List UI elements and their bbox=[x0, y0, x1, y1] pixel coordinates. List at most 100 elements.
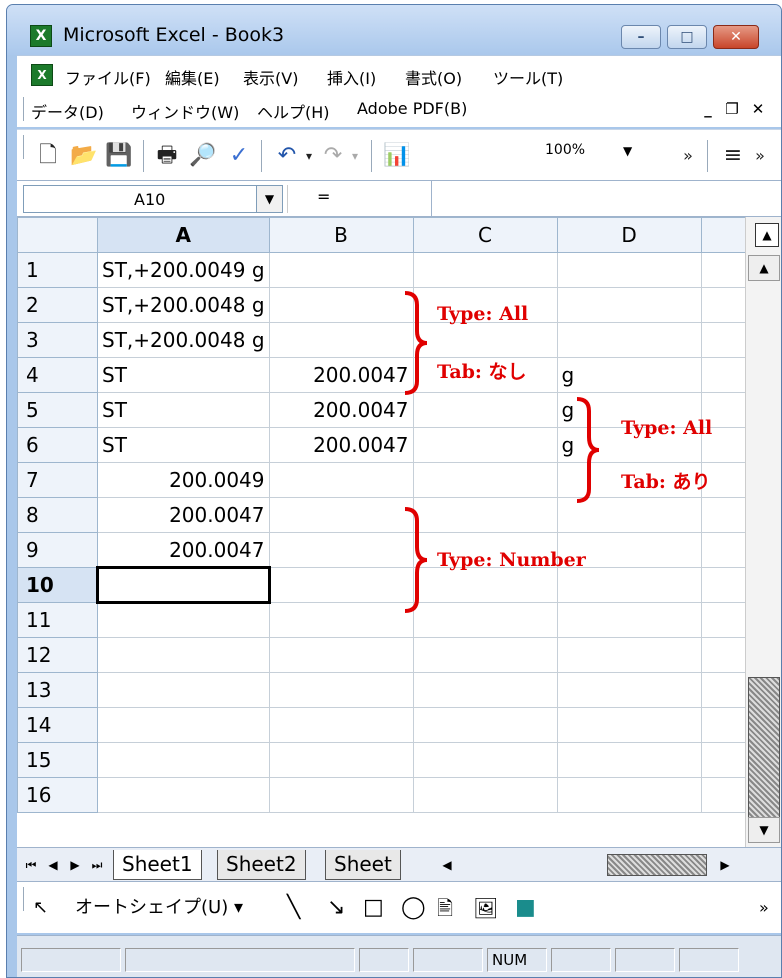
horizontal-scroll-thumb[interactable] bbox=[607, 854, 707, 876]
title-bar[interactable]: X Microsoft Excel - Book3 – □ ✕ bbox=[7, 5, 781, 55]
cell-c16[interactable] bbox=[412, 777, 558, 813]
menu-grip[interactable] bbox=[23, 97, 26, 121]
cell-a2[interactable]: ST,+200.0048 g bbox=[97, 287, 270, 323]
chart-wizard-icon[interactable]: 📊 bbox=[379, 142, 415, 170]
cell-d3[interactable] bbox=[556, 322, 702, 358]
row-header[interactable]: 1 bbox=[17, 252, 98, 288]
cell-d10[interactable] bbox=[556, 567, 702, 603]
cell-c6[interactable] bbox=[412, 427, 558, 463]
cell-d4[interactable]: g bbox=[556, 357, 702, 393]
cell-a16[interactable] bbox=[97, 777, 270, 813]
name-box-dropdown-icon[interactable]: ▼ bbox=[256, 186, 282, 212]
column-header-b[interactable]: B bbox=[268, 217, 414, 253]
cell-a14[interactable] bbox=[97, 707, 270, 743]
menu-window[interactable]: ウィンドウ(W) bbox=[131, 99, 239, 123]
cell-b6[interactable]: 200.0047 bbox=[268, 427, 414, 463]
row-header[interactable]: 4 bbox=[17, 357, 98, 393]
row-header[interactable]: 10 bbox=[17, 567, 98, 603]
menu-file[interactable]: ファイル(F) bbox=[65, 65, 151, 89]
row-header[interactable]: 6 bbox=[17, 427, 98, 463]
column-header-d[interactable]: D bbox=[556, 217, 702, 253]
row-header[interactable]: 9 bbox=[17, 532, 98, 568]
excel-app-icon[interactable]: X bbox=[30, 25, 52, 47]
cell-b2[interactable] bbox=[268, 287, 414, 323]
cell-b15[interactable] bbox=[268, 742, 414, 778]
cell-c5[interactable] bbox=[412, 392, 558, 428]
zoom-dropdown[interactable]: 100% ▼ bbox=[545, 142, 645, 168]
print-preview-icon[interactable]: 🔎 bbox=[187, 142, 219, 170]
row-header[interactable]: 7 bbox=[17, 462, 98, 498]
sheet-tab-1[interactable]: Sheet1 bbox=[113, 850, 202, 880]
cell-c12[interactable] bbox=[412, 637, 558, 673]
tab-scroll-left-icon[interactable]: ◀ bbox=[437, 854, 457, 876]
cell-c13[interactable] bbox=[412, 672, 558, 708]
cell-c8[interactable] bbox=[412, 497, 558, 533]
cell-a15[interactable] bbox=[97, 742, 270, 778]
column-header-c[interactable]: C bbox=[412, 217, 558, 253]
menu-insert[interactable]: 挿入(I) bbox=[327, 65, 376, 89]
cell-b13[interactable] bbox=[268, 672, 414, 708]
cell-b3[interactable] bbox=[268, 322, 414, 358]
drawing-overflow-icon[interactable]: » bbox=[759, 894, 769, 922]
maximize-button[interactable]: □ bbox=[667, 25, 707, 49]
row-header[interactable]: 3 bbox=[17, 322, 98, 358]
cell-b1[interactable] bbox=[268, 252, 414, 288]
close-button[interactable]: ✕ bbox=[713, 25, 759, 49]
cell-b12[interactable] bbox=[268, 637, 414, 673]
menu-adobe-pdf[interactable]: Adobe PDF(B) bbox=[357, 99, 467, 118]
row-header[interactable]: 14 bbox=[17, 707, 98, 743]
row-header[interactable]: 13 bbox=[17, 672, 98, 708]
row-header[interactable]: 12 bbox=[17, 637, 98, 673]
cell-a4[interactable]: ST bbox=[97, 357, 270, 393]
workbook-icon[interactable]: X bbox=[31, 64, 53, 86]
cell-a5[interactable]: ST bbox=[97, 392, 270, 428]
cell-c11[interactable] bbox=[412, 602, 558, 638]
undo-icon[interactable]: ↶ bbox=[273, 142, 301, 170]
open-folder-icon[interactable]: 📂 bbox=[69, 142, 99, 170]
menu-format[interactable]: 書式(O) bbox=[405, 65, 462, 89]
menu-help[interactable]: ヘルプ(H) bbox=[257, 99, 330, 123]
mdi-minimize-button[interactable]: _ bbox=[697, 98, 719, 120]
cell-c10[interactable] bbox=[412, 567, 558, 603]
menu-edit[interactable]: 編集(E) bbox=[165, 65, 220, 89]
line-icon[interactable]: ╲ bbox=[287, 894, 300, 922]
text-box-icon[interactable]: 🖹 bbox=[437, 894, 453, 922]
redo-icon[interactable]: ↷ bbox=[319, 142, 347, 170]
cell-b8[interactable] bbox=[268, 497, 414, 533]
cell-d13[interactable] bbox=[556, 672, 702, 708]
cell-a10[interactable] bbox=[96, 566, 271, 604]
cell-a7[interactable]: 200.0049 bbox=[97, 462, 270, 498]
cell-d11[interactable] bbox=[556, 602, 702, 638]
cell-d2[interactable] bbox=[556, 287, 702, 323]
scroll-down-icon[interactable]: ▼ bbox=[748, 817, 780, 843]
cell-a6[interactable]: ST bbox=[97, 427, 270, 463]
tab-scroll-right-icon[interactable]: ▶ bbox=[715, 854, 735, 876]
cell-a13[interactable] bbox=[97, 672, 270, 708]
mdi-restore-button[interactable]: ❐ bbox=[721, 98, 743, 120]
oval-icon[interactable]: ◯ bbox=[401, 894, 426, 922]
row-header[interactable]: 15 bbox=[17, 742, 98, 778]
minimize-button[interactable]: – bbox=[621, 25, 661, 49]
cell-b10[interactable] bbox=[268, 567, 414, 603]
sheet-tab-2[interactable]: Sheet2 bbox=[217, 850, 306, 880]
toolbar-overflow-2-icon[interactable]: » bbox=[751, 142, 769, 170]
rectangle-icon[interactable]: □ bbox=[363, 894, 384, 922]
autoshape-menu[interactable]: オートシェイプ(U) ▾ bbox=[75, 894, 243, 922]
cell-a8[interactable]: 200.0047 bbox=[97, 497, 270, 533]
cell-b7[interactable] bbox=[268, 462, 414, 498]
scroll-up-icon[interactable]: ▲ bbox=[748, 255, 780, 281]
first-sheet-icon[interactable]: ⏮ bbox=[21, 854, 41, 876]
cell-b14[interactable] bbox=[268, 707, 414, 743]
select-all-corner[interactable] bbox=[17, 217, 98, 253]
cell-d14[interactable] bbox=[556, 707, 702, 743]
prev-sheet-icon[interactable]: ◀ bbox=[43, 854, 63, 876]
toolbar-grip[interactable] bbox=[23, 135, 26, 159]
save-icon[interactable]: 💾 bbox=[105, 142, 133, 170]
new-icon[interactable]: 🗋 bbox=[35, 142, 61, 170]
3d-style-icon[interactable]: ■ bbox=[515, 894, 536, 922]
drawing-toolbar-grip[interactable] bbox=[23, 887, 26, 911]
split-box-icon[interactable]: ▲ bbox=[755, 223, 779, 247]
cell-b5[interactable]: 200.0047 bbox=[268, 392, 414, 428]
menu-data[interactable]: データ(D) bbox=[31, 99, 104, 123]
row-header[interactable]: 5 bbox=[17, 392, 98, 428]
